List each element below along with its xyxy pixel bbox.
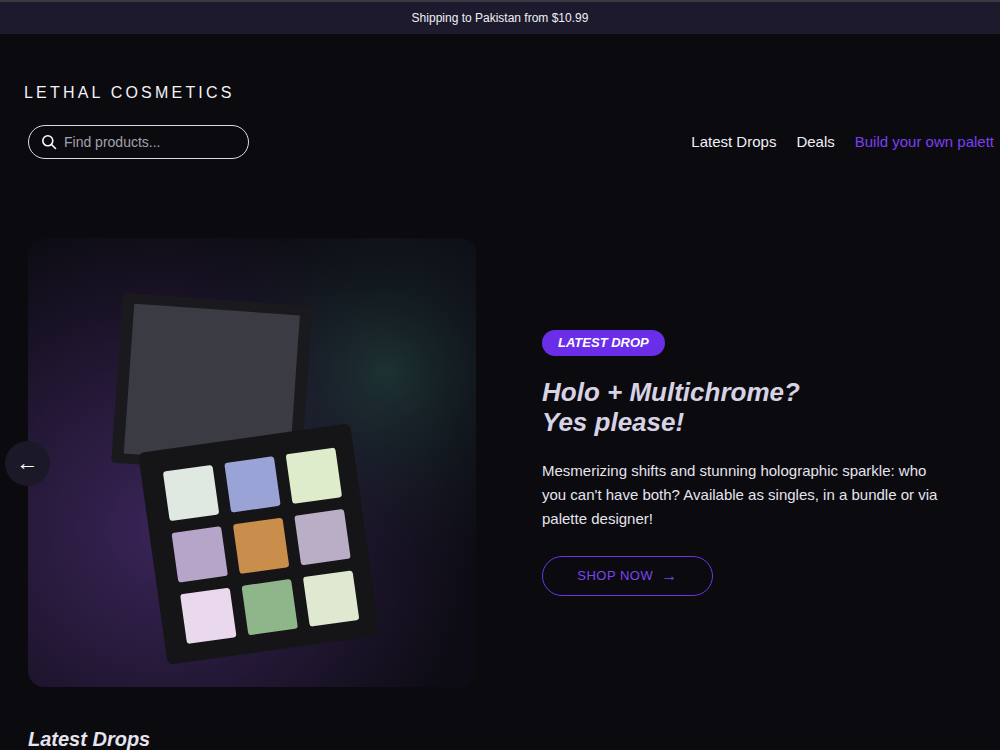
nav-link[interactable]: Build your own palett <box>855 131 994 154</box>
cta-wrap: SHOP NOW → <box>542 531 1000 596</box>
section-title: Latest Drops <box>28 727 1000 750</box>
arrow-icon: → <box>661 568 678 584</box>
hero-banner: ← LATEST DROP Holo + Multichrome?Yes pleas… <box>0 238 1000 687</box>
shop-now-label: SHOP NOW <box>577 566 653 586</box>
hero-title: Holo + Multichrome?Yes please! <box>542 377 1000 437</box>
hero-image <box>28 238 476 687</box>
search-icon <box>41 134 57 150</box>
hero-description-line: Mesmerizing shifts and stunning holograp… <box>542 459 1000 483</box>
hero-title-line: Holo + Multichrome? <box>542 377 1000 407</box>
logo[interactable]: LETHAL COSMETICS <box>24 83 994 103</box>
hero-description-line: you can't have both? Available as single… <box>542 483 1000 507</box>
search-field[interactable] <box>28 125 249 159</box>
header-row: Latest Drops Deals Build your own palett <box>28 125 994 159</box>
announcement-bar: Shipping to Pakistan from $10.99 <box>0 0 1000 34</box>
announcement-text: Shipping to Pakistan from $10.99 <box>412 9 589 27</box>
hero-description: Mesmerizing shifts and stunning holograp… <box>542 459 1000 531</box>
search-input[interactable] <box>64 132 236 153</box>
hero-title-line: Yes please! <box>542 407 1000 437</box>
hero-description-line: palette designer! <box>542 507 1000 531</box>
nav-link[interactable]: Latest Drops <box>691 131 776 154</box>
latest-drop-badge: LATEST DROP <box>542 330 665 356</box>
main-nav: Latest Drops Deals Build your own palett <box>691 131 994 154</box>
hero-text: LATEST DROP Holo + Multichrome?Yes please… <box>542 330 1000 596</box>
shop-now-button[interactable]: SHOP NOW → <box>542 556 713 596</box>
nav-link[interactable]: Deals <box>796 131 834 154</box>
previous-slide-button[interactable]: ← <box>5 441 50 486</box>
site-header: LETHAL COSMETICS Latest Drops Deals Build y… <box>0 34 1000 159</box>
